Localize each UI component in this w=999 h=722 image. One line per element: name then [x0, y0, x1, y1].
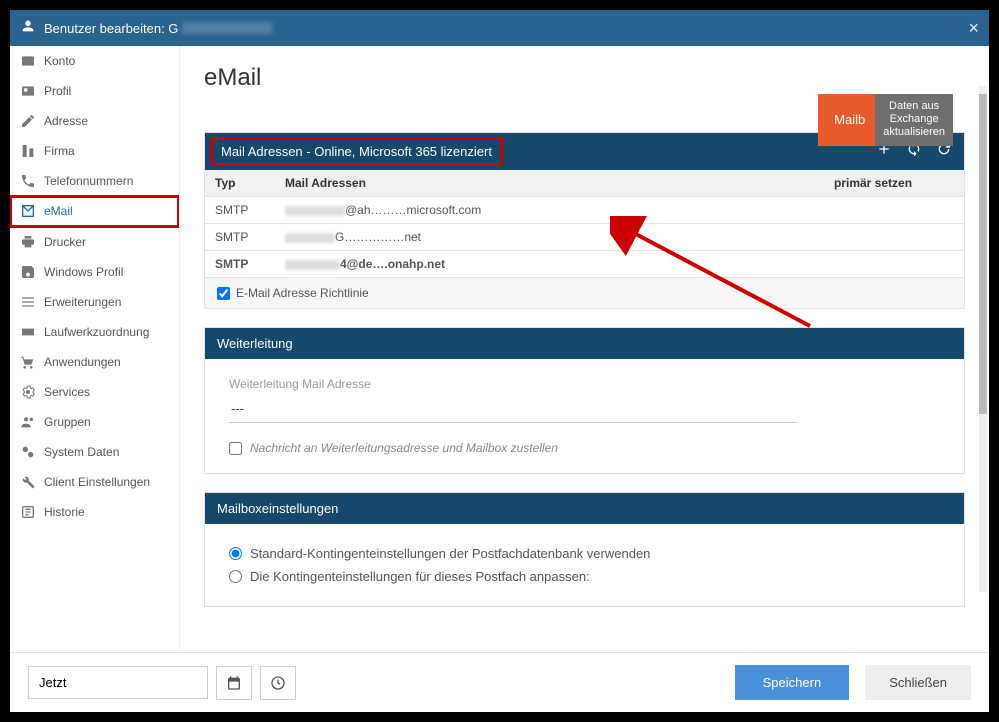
- sidebar-item-label: Firma: [44, 144, 75, 158]
- sidebar-item-clienteinst[interactable]: Client Einstellungen: [10, 467, 179, 497]
- table-row[interactable]: SMTP 4@de….onahp.net: [205, 251, 964, 278]
- sidebar-item-email[interactable]: eMail: [10, 196, 179, 227]
- sidebar-item-label: Erweiterungen: [44, 295, 121, 309]
- cell-type: SMTP: [205, 197, 275, 224]
- sidebar-item-konto[interactable]: Konto: [10, 46, 179, 76]
- datetime-input[interactable]: [28, 666, 208, 699]
- cell-type: SMTP: [205, 224, 275, 251]
- edit-user-modal: Benutzer bearbeiten: G × Konto Profil Ad…: [7, 7, 992, 715]
- sidebar-item-label: System Daten: [44, 445, 119, 459]
- deliver-both-label: Nachricht an Weiterleitungsadresse und M…: [250, 441, 558, 455]
- table-row[interactable]: SMTP @ah………microsoft.com: [205, 197, 964, 224]
- forwarding-bar: Weiterleitung: [205, 328, 964, 359]
- sidebar: Konto Profil Adresse Firma Telefonnummer…: [10, 46, 180, 652]
- sidebar-item-adresse[interactable]: Adresse: [10, 106, 179, 136]
- policy-checkbox[interactable]: [217, 287, 230, 300]
- save-button[interactable]: Speichern: [735, 665, 850, 700]
- sidebar-item-winprofil[interactable]: Windows Profil: [10, 257, 179, 287]
- titlebar: Benutzer bearbeiten: G ×: [10, 10, 989, 46]
- mail-addresses-table: Typ Mail Adressen primär setzen SMTP @ah…: [205, 170, 964, 278]
- sidebar-item-label: Anwendungen: [44, 355, 121, 369]
- sidebar-item-systemdaten[interactable]: System Daten: [10, 437, 179, 467]
- quota-custom-label: Die Kontingenteinstellungen für dieses P…: [250, 569, 590, 584]
- sidebar-item-telefon[interactable]: Telefonnummern: [10, 166, 179, 196]
- mailbox-button[interactable]: Mailb: [818, 94, 881, 146]
- cell-addr: G……………net: [275, 224, 824, 251]
- forward-field-label: Weiterleitung Mail Adresse: [229, 377, 940, 391]
- sidebar-item-label: Profil: [44, 84, 71, 98]
- scrollbar[interactable]: [979, 86, 987, 592]
- user-icon: [20, 18, 36, 38]
- policy-row: E-Mail Adresse Richtlinie: [205, 278, 964, 308]
- sidebar-item-erweiterungen[interactable]: Erweiterungen: [10, 287, 179, 317]
- mail-addresses-section: Mail Adressen - Online, Microsoft 365 li…: [204, 132, 965, 309]
- close-icon[interactable]: ×: [968, 18, 979, 39]
- quota-standard-radio[interactable]: [229, 547, 242, 560]
- policy-label: E-Mail Adresse Richtlinie: [236, 286, 369, 300]
- sidebar-item-label: Laufwerkzuordnung: [44, 325, 149, 339]
- sidebar-item-label: Windows Profil: [44, 265, 123, 279]
- sidebar-item-label: Client Einstellungen: [44, 475, 150, 489]
- col-primary: primär setzen: [824, 170, 934, 197]
- cell-type: SMTP: [205, 251, 275, 278]
- forwarding-section: Weiterleitung Weiterleitung Mail Adresse…: [204, 327, 965, 474]
- sidebar-item-label: Historie: [44, 505, 85, 519]
- sidebar-item-label: Telefonnummern: [44, 174, 133, 188]
- sidebar-item-laufwerk[interactable]: Laufwerkzuordnung: [10, 317, 179, 347]
- sidebar-item-drucker[interactable]: Drucker: [10, 227, 179, 257]
- forward-address-input[interactable]: [229, 395, 798, 423]
- close-button[interactable]: Schließen: [865, 665, 971, 700]
- col-addr: Mail Adressen: [275, 170, 824, 197]
- cell-addr: 4@de….onahp.net: [275, 251, 824, 278]
- col-type: Typ: [205, 170, 275, 197]
- page-title: eMail: [204, 64, 965, 92]
- top-action-buttons: Mailb Daten aus Exchange aktualisieren: [818, 94, 953, 146]
- sidebar-item-profil[interactable]: Profil: [10, 76, 179, 106]
- title-redacted: [182, 22, 272, 34]
- table-row[interactable]: SMTP G……………net: [205, 224, 964, 251]
- sidebar-item-label: Drucker: [44, 235, 86, 249]
- mail-addresses-bar-label: Mail Adressen - Online, Microsoft 365 li…: [213, 140, 500, 163]
- sidebar-item-label: Adresse: [44, 114, 88, 128]
- sidebar-item-anwendungen[interactable]: Anwendungen: [10, 347, 179, 377]
- sidebar-item-label: Gruppen: [44, 415, 91, 429]
- deliver-both-checkbox[interactable]: [229, 442, 242, 455]
- calendar-icon[interactable]: [216, 666, 252, 700]
- modal-title: Benutzer bearbeiten: G: [44, 21, 178, 36]
- quota-custom-radio[interactable]: [229, 570, 242, 583]
- mailbox-settings-bar-label: Mailboxeinstellungen: [217, 501, 338, 516]
- clock-icon[interactable]: [260, 666, 296, 700]
- sidebar-item-services[interactable]: Services: [10, 377, 179, 407]
- cell-addr: @ah………microsoft.com: [275, 197, 824, 224]
- sidebar-item-label: Services: [44, 385, 90, 399]
- exchange-refresh-button[interactable]: Daten aus Exchange aktualisieren: [875, 94, 953, 146]
- col-actions: [934, 170, 964, 197]
- sidebar-item-firma[interactable]: Firma: [10, 136, 179, 166]
- forwarding-bar-label: Weiterleitung: [217, 336, 293, 351]
- sidebar-item-label: eMail: [44, 204, 73, 218]
- main-content: eMail Mailb Daten aus Exchange aktualisi…: [180, 46, 989, 652]
- mailbox-settings-bar: Mailboxeinstellungen: [205, 493, 964, 524]
- quota-standard-label: Standard-Kontingenteinstellungen der Pos…: [250, 546, 650, 561]
- modal-body: Konto Profil Adresse Firma Telefonnummer…: [10, 46, 989, 652]
- modal-footer: Speichern Schließen: [10, 652, 989, 712]
- sidebar-item-gruppen[interactable]: Gruppen: [10, 407, 179, 437]
- sidebar-item-label: Konto: [44, 54, 75, 68]
- mailbox-settings-section: Mailboxeinstellungen Standard-Kontingent…: [204, 492, 965, 607]
- sidebar-item-historie[interactable]: Historie: [10, 497, 179, 527]
